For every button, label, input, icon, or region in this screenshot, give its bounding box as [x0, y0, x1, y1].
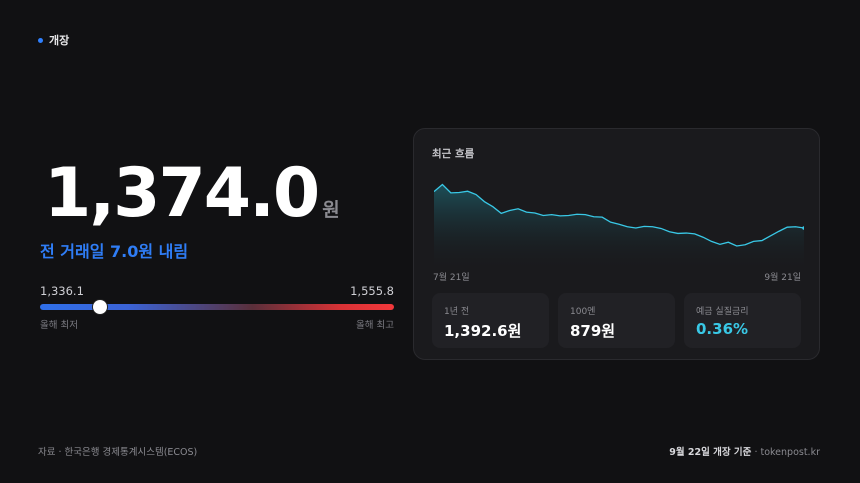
status-label: 개장: [49, 34, 70, 47]
rate-unit: 원: [322, 199, 340, 221]
footer-meta: 9월 22일 개장 기준 · tokenpost.kr: [669, 444, 820, 458]
stat-value: 879원: [570, 322, 616, 340]
stat-value: 0.36%: [696, 320, 749, 338]
range-max-label: 올해 최고: [356, 320, 394, 331]
card-title: 최근 흐름: [432, 148, 475, 160]
rate-value: 1,374.0: [44, 154, 320, 233]
range-current-marker: [93, 300, 108, 314]
stat-label: 100엔: [570, 307, 596, 317]
recent-trend-card: 최근 흐름 7월 21일 9월 21일 1년 전 1,392.6원 100엔 8…: [413, 128, 820, 360]
stat-label: 예금 실질금리: [696, 307, 749, 317]
footer-site: · tokenpost.kr: [754, 447, 820, 458]
range-min-value: 1,336.1: [40, 284, 84, 298]
range-max-value: 1,555.8: [350, 284, 394, 298]
footer-date: 9월 22일 개장 기준: [669, 447, 752, 458]
range-min-label: 올해 최저: [40, 320, 78, 331]
x-axis-start-label: 7월 21일: [433, 273, 470, 283]
source-note: 자료 · 한국은행 경제통계시스템(ECOS): [38, 447, 198, 458]
trend-chart: [434, 183, 804, 269]
stat-label: 1년 전: [444, 307, 470, 317]
stat-real-interest: 예금 실질금리 0.36%: [684, 293, 801, 348]
trend-area: [434, 184, 804, 269]
status-dot-icon: [38, 37, 43, 43]
exchange-rate: 1,374.0 원: [44, 160, 340, 228]
stat-100-yen: 100엔 879원: [558, 293, 675, 348]
rate-change: 전 거래일 7.0원 내림: [40, 242, 189, 261]
market-status: 개장: [38, 32, 69, 48]
x-axis-end-label: 9월 21일: [764, 273, 801, 283]
stat-year-ago: 1년 전 1,392.6원: [432, 293, 549, 348]
stat-value: 1,392.6원: [444, 322, 522, 340]
